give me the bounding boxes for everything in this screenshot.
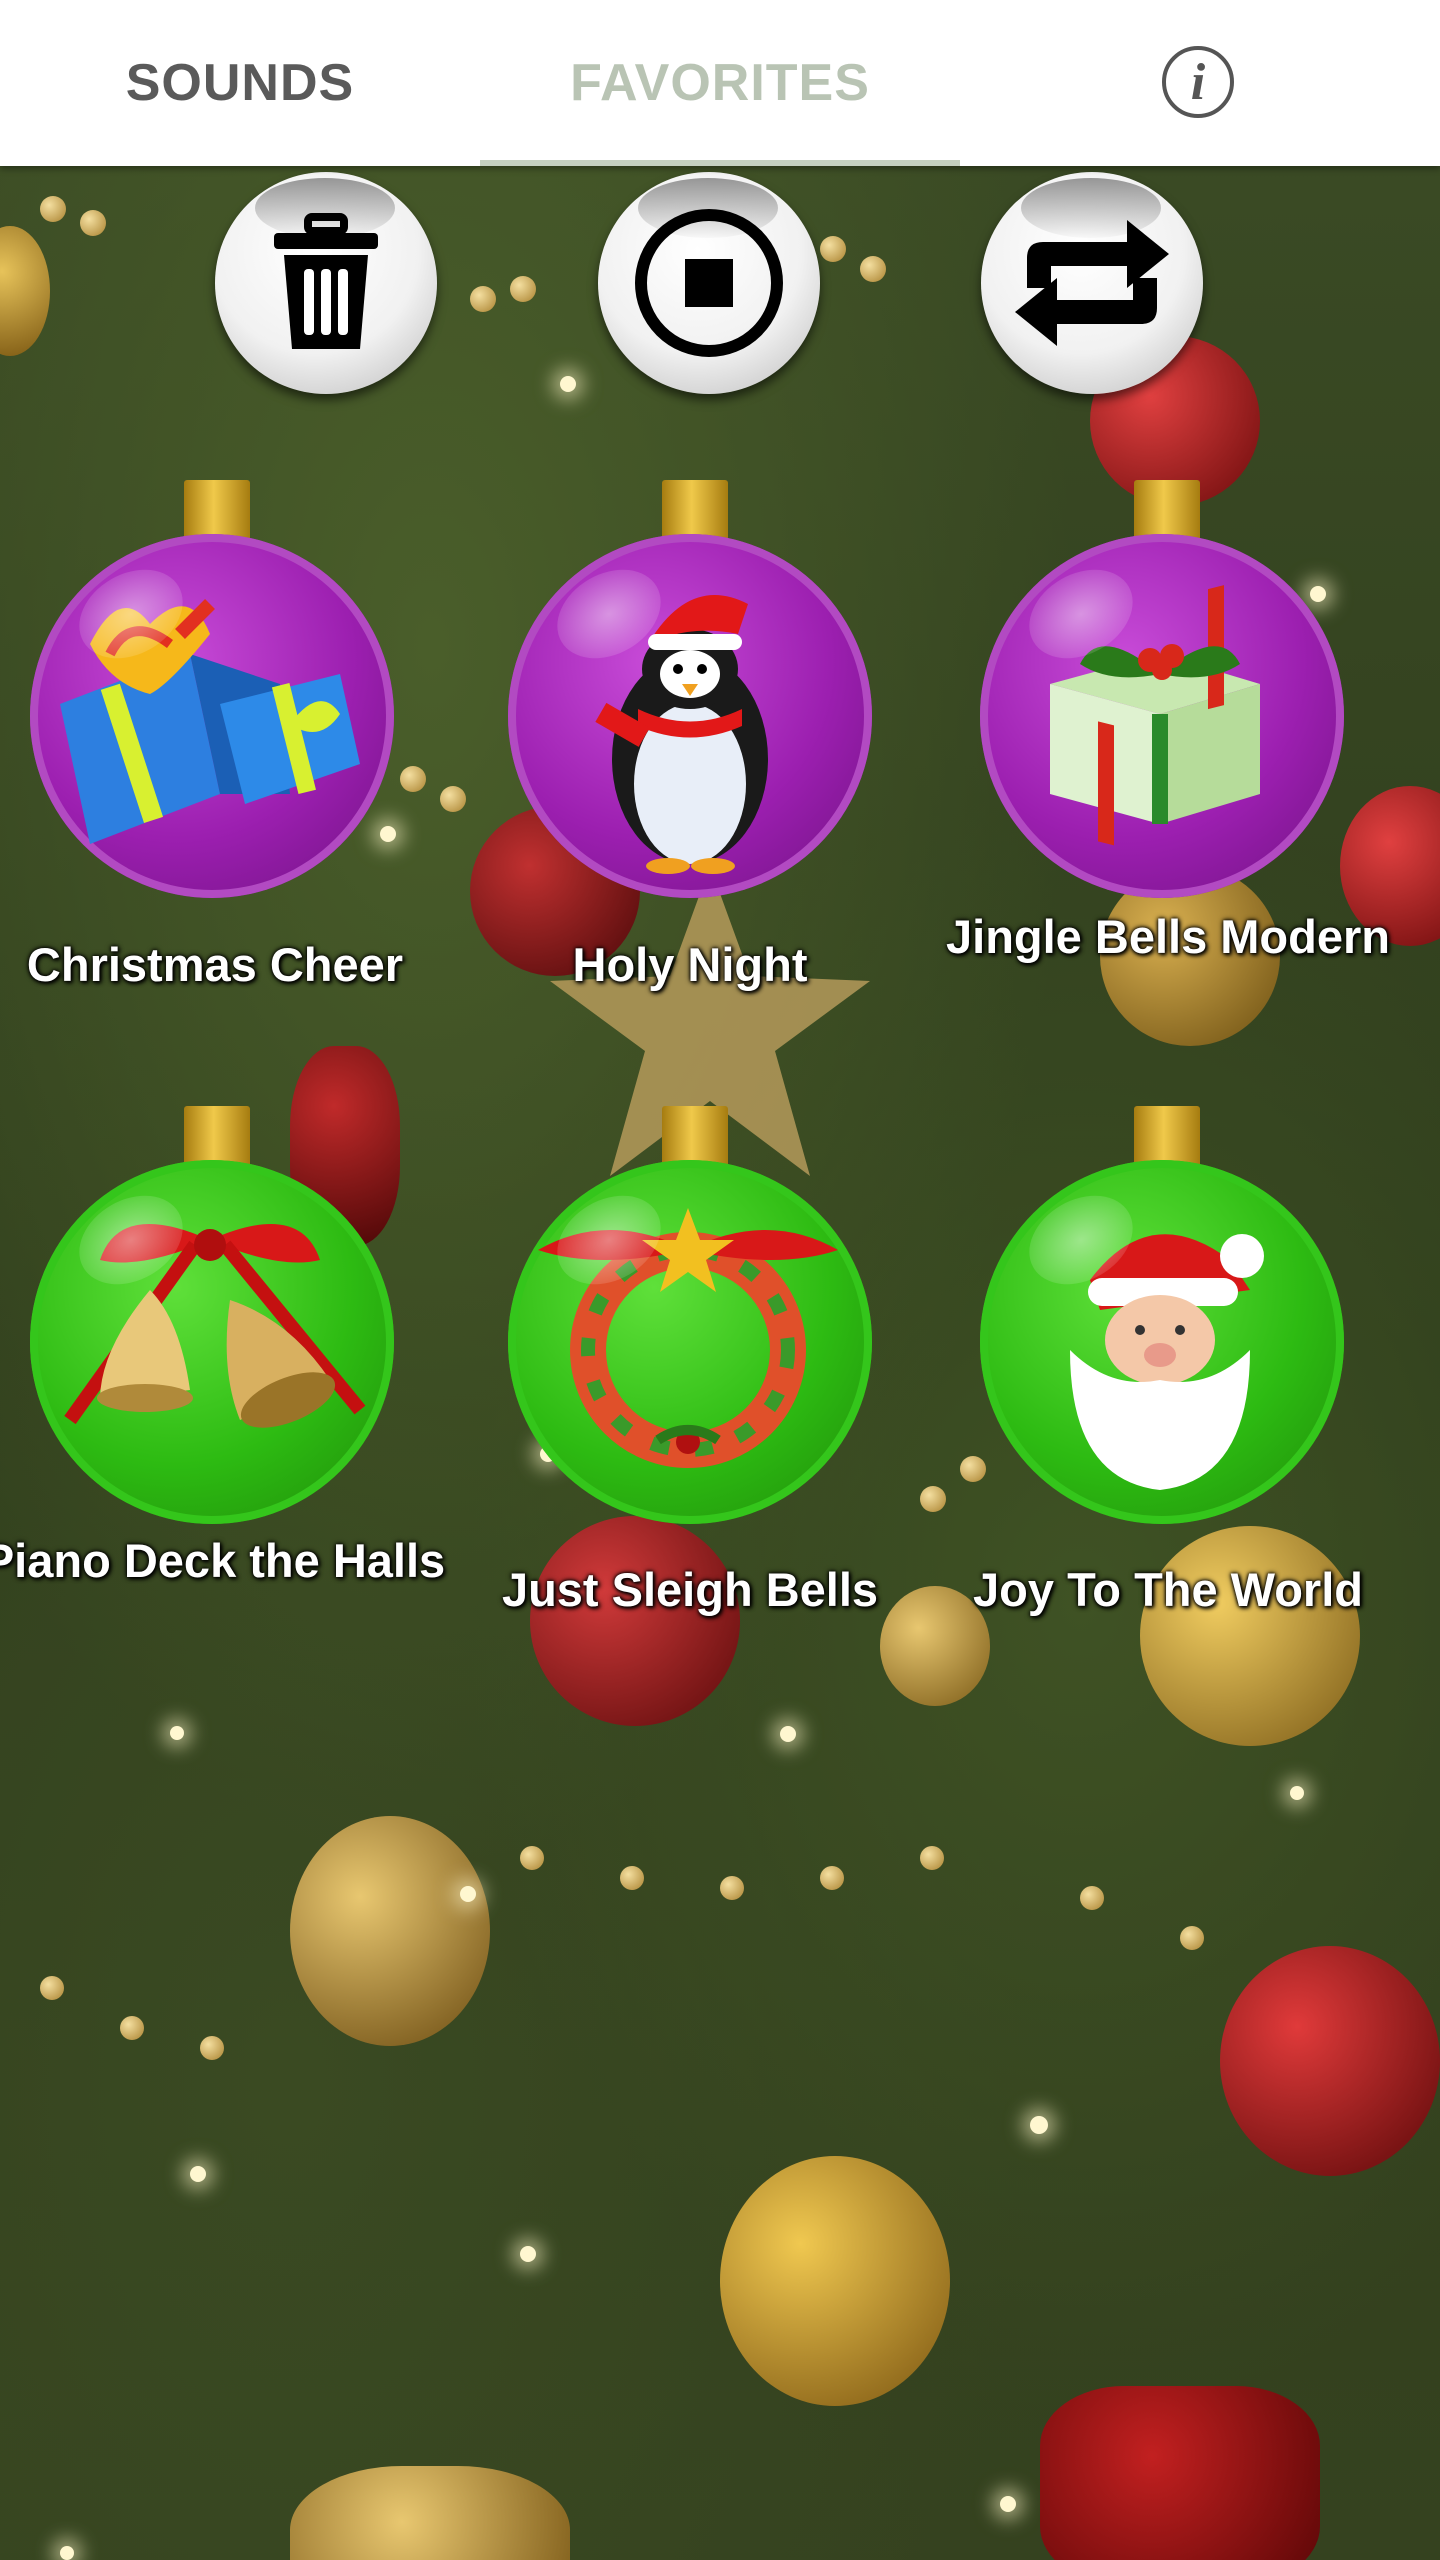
santa-icon <box>1070 1234 1264 1490</box>
sound-title: Jingle Bells Modern <box>946 910 1390 963</box>
stop-icon <box>635 209 783 357</box>
ornament-ball <box>980 1160 1344 1524</box>
sound-holy-night[interactable] <box>508 480 878 900</box>
trash-icon <box>274 213 378 349</box>
sound-title: Christmas Cheer <box>26 938 404 991</box>
active-tab-indicator <box>480 160 960 166</box>
sound-just-sleigh-bells[interactable] <box>508 1106 878 1526</box>
delete-button[interactable] <box>215 172 437 394</box>
sound-title: Just Sleigh Bells <box>501 1563 879 1616</box>
ornament-ball <box>30 1160 394 1524</box>
tab-favorites[interactable]: FAVORITES <box>480 0 960 166</box>
info-icon[interactable]: i <box>1162 46 1234 118</box>
ornament-ball <box>508 1160 872 1524</box>
penguin-icon <box>595 595 768 874</box>
sound-title: Piano Deck the Halls <box>0 1534 446 1587</box>
repeat-button[interactable] <box>981 172 1203 394</box>
wreath-icon <box>538 1208 838 1468</box>
stop-button[interactable] <box>598 172 820 394</box>
sound-piano-deck-the-halls[interactable] <box>30 1106 400 1526</box>
repeat-icon <box>1015 220 1169 346</box>
sound-joy-to-the-world[interactable] <box>980 1106 1350 1526</box>
sound-title: Holy Night <box>572 938 808 991</box>
tab-bar: SOUNDS FAVORITES i <box>0 0 1440 166</box>
sound-jingle-bells-modern[interactable] <box>980 480 1350 900</box>
sound-title: Joy To The World <box>973 1563 1363 1616</box>
sound-christmas-cheer[interactable] <box>30 480 400 900</box>
ornament-ball <box>980 534 1344 898</box>
tab-sounds[interactable]: SOUNDS <box>0 0 480 166</box>
ornament-ball <box>30 534 394 898</box>
present-icon <box>1050 585 1260 846</box>
gift-boxes-icon <box>60 599 360 844</box>
bells-icon <box>64 1224 366 1428</box>
ornament-ball <box>508 534 872 898</box>
